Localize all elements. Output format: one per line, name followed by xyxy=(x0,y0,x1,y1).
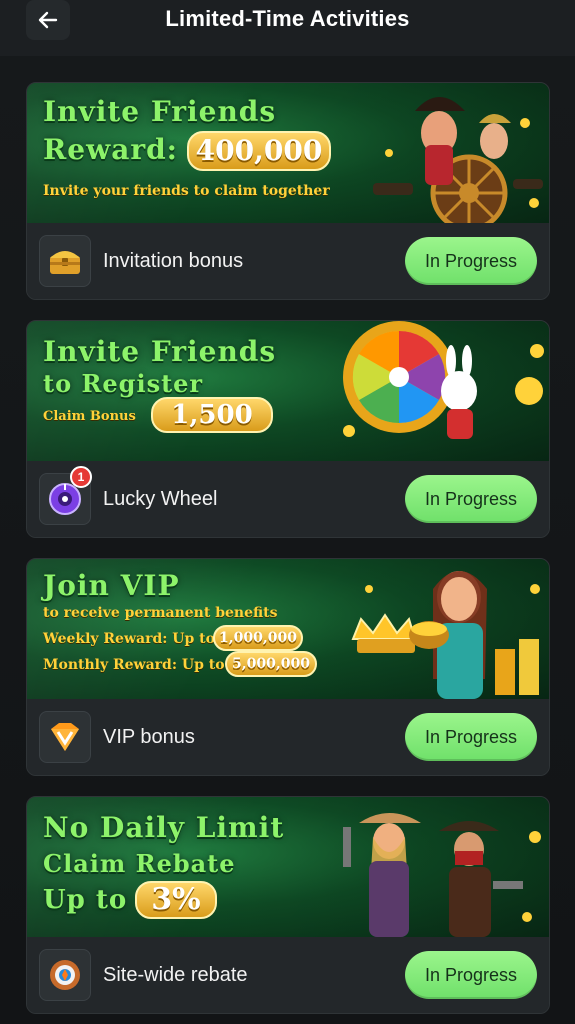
banner-title-line2: Reward: xyxy=(43,133,178,166)
activity-card-lucky-wheel[interactable]: Invite Friends to Register Claim Bonus 1… xyxy=(26,320,550,538)
banner-title-line1: No Daily Limit xyxy=(43,811,285,844)
notification-badge: 1 xyxy=(70,466,92,488)
status-button[interactable]: In Progress xyxy=(405,713,537,761)
card-row-lucky-wheel: 1 Lucky Wheel In Progress xyxy=(27,461,549,537)
activity-list[interactable]: Invite Friends Reward: 400,000 Invite yo… xyxy=(0,56,575,1024)
page-title: Limited-Time Activities xyxy=(165,6,410,31)
activity-label: Site-wide rebate xyxy=(103,963,248,986)
bonus-amount-pill: 1,500 xyxy=(151,397,273,433)
status-button[interactable]: In Progress xyxy=(405,951,537,999)
card-row-vip: VIP bonus In Progress xyxy=(27,699,549,775)
banner-rebate[interactable]: No Daily Limit Claim Rebate Up to 3% xyxy=(27,797,549,937)
activity-label: Lucky Wheel xyxy=(103,487,218,510)
weekly-reward-value: 1,000,000 xyxy=(213,625,303,651)
banner-title-line2: to Register xyxy=(43,369,204,398)
card-row-invitation: Invitation bonus In Progress xyxy=(27,223,549,299)
treasure-chest-icon xyxy=(39,235,91,287)
vip-girl-art-icon xyxy=(351,571,540,699)
status-button[interactable]: In Progress xyxy=(405,237,537,285)
activity-card-invitation[interactable]: Invite Friends Reward: 400,000 Invite yo… xyxy=(26,82,550,300)
banner-title-line1: Invite Friends xyxy=(43,95,277,128)
top-bar: Limited-Time Activities xyxy=(0,0,575,56)
prize-wheel-art-icon xyxy=(343,321,544,439)
rebate-coin-icon xyxy=(39,949,91,1001)
rebate-percent-pill: 3% xyxy=(135,881,217,919)
activity-label: Invitation bonus xyxy=(103,249,244,272)
monthly-reward-label: Monthly Reward: Up to xyxy=(43,657,225,673)
banner-subline: Invite your friends to claim together xyxy=(43,183,330,199)
banner-title-line3: Up to xyxy=(43,885,128,915)
activity-card-vip[interactable]: Join VIP to receive permanent benefits W… xyxy=(26,558,550,776)
monthly-reward-value: 5,000,000 xyxy=(225,651,317,677)
status-button[interactable]: In Progress xyxy=(405,475,537,523)
lucky-wheel-icon: 1 xyxy=(39,466,92,525)
banner-invite-register[interactable]: Invite Friends to Register Claim Bonus 1… xyxy=(27,321,549,461)
back-button[interactable] xyxy=(26,0,70,40)
vip-gem-icon xyxy=(39,711,91,763)
card-row-rebate: Site-wide rebate In Progress xyxy=(27,937,549,1013)
weekly-reward-label: Weekly Reward: Up to xyxy=(43,631,215,647)
banner-subline: to receive permanent benefits xyxy=(43,605,278,621)
claim-bonus-label: Claim Bonus xyxy=(43,409,136,424)
banner-join-vip[interactable]: Join VIP to receive permanent benefits W… xyxy=(27,559,549,699)
banner-invite-reward[interactable]: Invite Friends Reward: 400,000 Invite yo… xyxy=(27,83,549,223)
activity-label: VIP bonus xyxy=(103,725,195,748)
banner-title-line1: Join VIP xyxy=(43,569,180,602)
pirate-ship-art-icon xyxy=(373,97,543,223)
banner-title-line2: Claim Rebate xyxy=(43,849,236,878)
reward-amount-pill: 400,000 xyxy=(187,131,331,171)
activity-card-rebate[interactable]: No Daily Limit Claim Rebate Up to 3% Sit… xyxy=(26,796,550,1014)
back-arrow-icon xyxy=(38,11,58,29)
banner-title-line1: Invite Friends xyxy=(43,335,277,368)
cowboys-art-icon xyxy=(343,813,541,937)
